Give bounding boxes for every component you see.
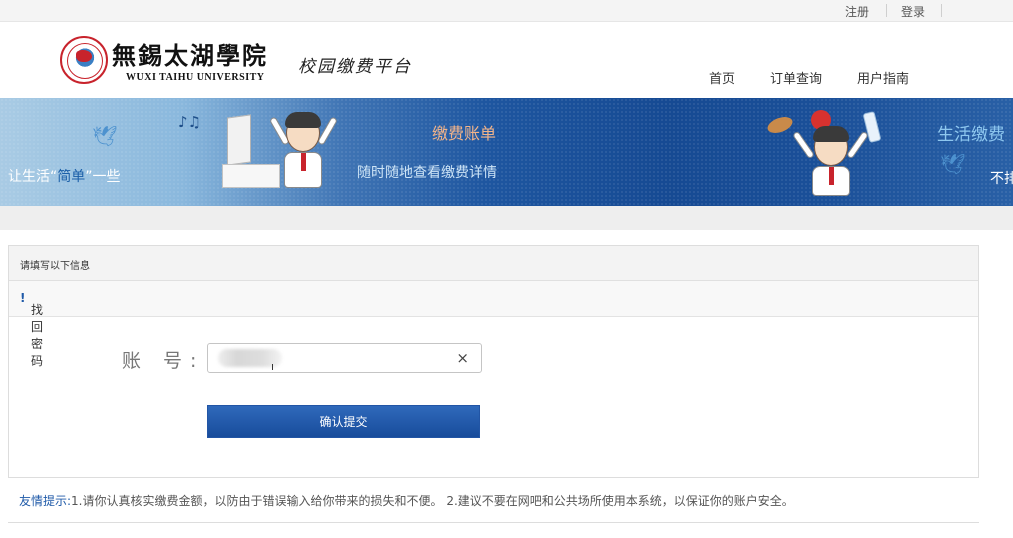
banner-bill-title: 缴费账单 [432,124,497,143]
friendly-tips: 友情提示:1.请你认真核实缴费金额，以防由于错误输入给你带来的损失和不便。 2.… [19,492,794,509]
desk-illustration [222,164,280,188]
section-title-mark: ! [20,291,26,305]
platform-name: 校园缴费平台 [298,57,412,77]
banner-bottom-strip [0,206,1013,230]
banner-life-cut-text: 不排 [990,171,1013,187]
panel-title: 请填写以下信息 [20,261,90,272]
account-field[interactable]: × [207,343,482,373]
panel-subheader: 找回密码! [9,281,978,368]
university-seal-logo [60,36,108,84]
slogan-prefix: 让生活“ [8,169,58,185]
university-name-en: WUXI TAIHU UNIVERSITY [126,72,265,83]
tips-text: 1.请你认真核实缴费金额，以防由于错误输入给你带来的损失和不便。 2.建议不要在… [71,494,794,508]
bird-icon: 🕊 [92,124,118,148]
submit-button[interactable]: 确认提交 [207,405,480,438]
recover-password-panel: 请填写以下信息 找回密码! 账 号: × 确认提交 [8,245,979,478]
slogan-suffix: ”一些 [85,169,121,185]
account-label: 账 号: [122,350,205,372]
nav-item-order-query[interactable]: 订单查询 [770,68,822,87]
bird-icon: 🕊 [940,152,966,176]
topbar-divider [886,4,887,17]
computer-monitor-illustration [227,114,251,166]
tips-label: 友情提示: [19,494,72,508]
panel-header: 请填写以下信息 [9,246,978,281]
footer-divider [8,522,979,523]
banner-life-title: 生活缴费 [937,125,1005,145]
music-note-icon: ♪♫ [178,113,202,131]
nav-item-home[interactable]: 首页 [709,68,735,87]
close-icon[interactable]: × [456,350,469,366]
cartoon-figure-left [268,112,339,192]
account-input[interactable] [216,347,446,369]
topbar-divider [941,4,942,17]
cartoon-figure-right [792,124,869,202]
banner-bill-subtitle: 随时随地查看缴费详情 [357,165,497,181]
section-title: 找回密码! [20,291,43,368]
slogan-highlight: 简单 [57,169,86,185]
login-link[interactable]: 登录 [901,3,925,20]
register-link[interactable]: 注册 [845,3,869,20]
nav-item-user-guide[interactable]: 用户指南 [857,68,909,87]
top-utility-bar: 注册 登录 [0,0,1013,22]
university-name-cn: 無錫太湖學院 [112,41,268,70]
section-title-text: 找回密码 [31,303,44,368]
site-header: 無錫太湖學院 WUXI TAIHU UNIVERSITY 校园缴费平台 首页 订… [0,22,1013,98]
banner-slogan: 让生活“简单”一些 [8,166,121,186]
